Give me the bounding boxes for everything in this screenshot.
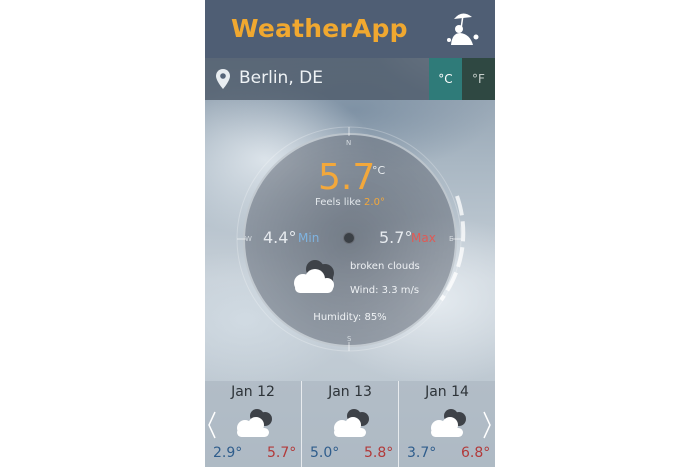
forecast-card[interactable]: Jan 12 2.9° 5.7° <box>205 381 301 467</box>
app-title: WeatherApp <box>231 14 408 43</box>
min-label: Min <box>298 231 320 245</box>
compass-east: E <box>449 235 454 243</box>
dial-center-dot <box>343 232 355 244</box>
compass-west: W <box>245 235 252 243</box>
compass-north: N <box>346 139 352 147</box>
compass-south: S <box>347 335 352 343</box>
max-label: Max <box>411 231 436 245</box>
min-temperature: 4.4° <box>263 228 297 247</box>
fahrenheit-toggle-button[interactable]: °F <box>462 58 495 100</box>
current-temperature: 5.7 <box>318 157 376 198</box>
forecast-date: Jan 13 <box>328 384 372 400</box>
feels-like-value: 2.0° <box>364 197 385 208</box>
app-header: WeatherApp <box>205 0 495 58</box>
forecast-min: 5.0° <box>310 445 340 461</box>
weather-app-screen: WeatherApp Berlin, DE °C °F N S E W 5.7 <box>205 0 495 467</box>
app-logo-icon <box>447 13 479 45</box>
humidity: Humidity: 85% <box>313 312 387 323</box>
location-name: Berlin, DE <box>239 68 323 88</box>
forecast-max: 6.8° <box>461 445 491 461</box>
forecast-min: 2.9° <box>213 445 243 461</box>
celsius-toggle-button[interactable]: °C <box>429 58 462 100</box>
chevron-right-icon[interactable] <box>482 410 492 440</box>
broken-clouds-icon <box>237 409 272 437</box>
broken-clouds-icon <box>334 409 369 437</box>
forecast-date: Jan 12 <box>231 384 275 400</box>
forecast-max: 5.7° <box>267 445 297 461</box>
location-pin-icon <box>216 69 230 89</box>
weather-description: broken clouds <box>350 261 420 272</box>
broken-clouds-icon <box>294 260 334 293</box>
forecast-card[interactable]: Jan 13 5.0° 5.8° <box>302 381 398 467</box>
forecast-min: 3.7° <box>407 445 437 461</box>
max-temperature: 5.7° <box>379 228 413 247</box>
feels-like-label: Feels like <box>315 197 361 208</box>
wind-speed: Wind: 3.3 m/s <box>350 285 420 296</box>
forecast-strip: Jan 12 2.9° 5.7° Jan 13 5.0° 5.8° Jan 14… <box>205 381 495 467</box>
forecast-card[interactable]: Jan 14 3.7° 6.8° <box>399 381 495 467</box>
temperature-unit: °C <box>372 164 386 177</box>
chevron-left-icon[interactable] <box>207 410 217 440</box>
feels-like-row: Feels like 2.0° <box>205 197 495 208</box>
forecast-date: Jan 14 <box>425 384 469 400</box>
broken-clouds-icon <box>431 409 466 437</box>
forecast-max: 5.8° <box>364 445 394 461</box>
